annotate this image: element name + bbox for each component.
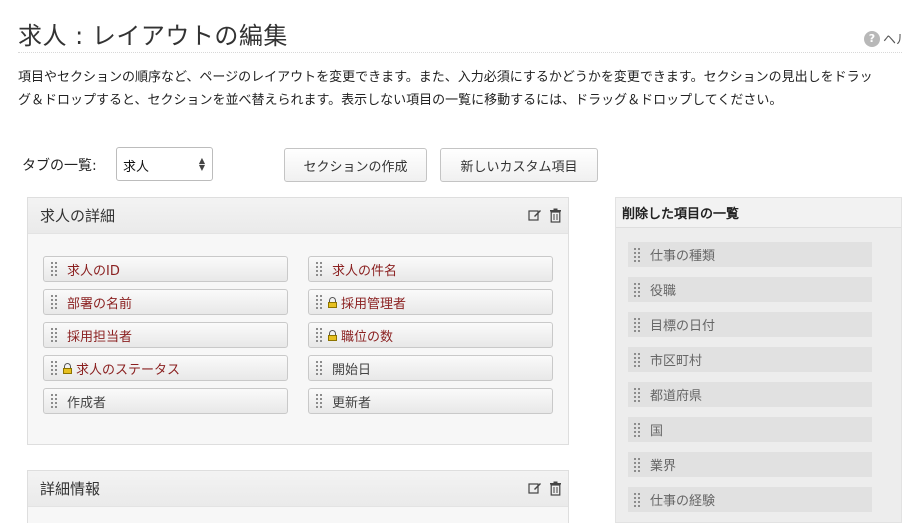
section-tools [528, 480, 562, 496]
edit-icon[interactable] [528, 480, 542, 496]
deleted-field[interactable]: 業界 [628, 452, 872, 477]
select-arrows-icon: ▲ ▼ [198, 156, 205, 172]
deleted-field-label: 仕事の種類 [650, 249, 716, 264]
deleted-field[interactable]: 目標の日付 [628, 312, 872, 337]
field-label: 部署の名前 [67, 296, 133, 312]
deleted-field[interactable]: 国 [628, 417, 872, 442]
tabs-label: タブの一覧: [22, 158, 97, 174]
section-title: 求人の詳細 [40, 207, 116, 225]
drag-handle-icon[interactable] [316, 328, 323, 342]
layout-field[interactable]: 求人のID [43, 256, 288, 282]
layout-field[interactable]: 開始日 [308, 355, 553, 381]
lock-icon [328, 296, 337, 308]
field-label: 作成者 [67, 395, 107, 411]
field-label: 開始日 [332, 362, 372, 378]
deleted-field-label: 役職 [650, 284, 677, 299]
drag-handle-icon[interactable] [634, 247, 641, 262]
deleted-field[interactable]: 都道府県 [628, 382, 872, 407]
page-description: 項目やセクションの順序など、ページのレイアウトを変更できます。また、入力必須にす… [18, 66, 902, 112]
drag-handle-icon[interactable] [51, 262, 58, 276]
section-title: 詳細情報 [40, 480, 101, 498]
tab-select-value: 求人 [123, 160, 150, 175]
layout-field[interactable]: 採用担当者 [43, 322, 288, 348]
field-label: 求人のステータス [76, 362, 181, 378]
lock-icon [63, 362, 72, 374]
field-label: 採用管理者 [341, 296, 407, 312]
edit-icon[interactable] [528, 207, 542, 223]
drag-handle-icon[interactable] [51, 295, 58, 309]
drag-handle-icon[interactable] [634, 317, 641, 332]
drag-handle-icon[interactable] [634, 352, 641, 367]
description-line: 項目やセクションの順序など、ページのレイアウトを変更できます。また、入力必須にす… [18, 70, 873, 85]
drag-handle-icon[interactable] [316, 361, 323, 375]
section-additional-info: 詳細情報 [27, 470, 569, 523]
layout-field[interactable]: 更新者 [308, 388, 553, 414]
field-label: 職位の数 [341, 329, 394, 345]
layout-field[interactable]: 部署の名前 [43, 289, 288, 315]
drag-handle-icon[interactable] [51, 328, 58, 342]
layout-field[interactable]: 職位の数 [308, 322, 553, 348]
title-divider [18, 52, 902, 53]
deleted-field[interactable]: 仕事の種類 [628, 242, 872, 267]
drag-handle-icon[interactable] [634, 492, 641, 507]
layout-field[interactable]: 採用管理者 [308, 289, 553, 315]
description-line: グ＆ドロップすると、セクションを並べ替えられます。表示しない項目の一覧に移動する… [18, 93, 783, 108]
field-label: 求人のID [67, 263, 120, 279]
drag-handle-icon[interactable] [316, 394, 323, 408]
drag-handle-icon[interactable] [316, 262, 323, 276]
drag-handle-icon[interactable] [51, 361, 58, 375]
deleted-field[interactable]: 役職 [628, 277, 872, 302]
layout-field[interactable]: 作成者 [43, 388, 288, 414]
deleted-field[interactable]: 市区町村 [628, 347, 872, 372]
field-label: 更新者 [332, 395, 372, 411]
section-header[interactable]: 求人の詳細 [28, 198, 568, 234]
deleted-field-label: 都道府県 [650, 389, 703, 404]
tab-select[interactable]: 求人 ▲ ▼ [116, 147, 213, 181]
drag-handle-icon[interactable] [634, 422, 641, 437]
trash-icon[interactable] [548, 480, 562, 496]
help-icon: ? [864, 30, 880, 47]
layout-field[interactable]: 求人のステータス [43, 355, 288, 381]
section-header[interactable]: 詳細情報 [28, 471, 568, 507]
deleted-field-label: 業界 [650, 459, 677, 474]
create-section-button[interactable]: セクションの作成 [284, 148, 427, 182]
lock-icon [328, 329, 337, 341]
new-custom-field-button[interactable]: 新しいカスタム項目 [440, 148, 598, 182]
drag-handle-icon[interactable] [51, 394, 58, 408]
deleted-field[interactable]: 仕事の経験 [628, 487, 872, 512]
drag-handle-icon[interactable] [634, 457, 641, 472]
section-tools [528, 207, 562, 223]
deleted-field-label: 市区町村 [650, 354, 703, 369]
field-label: 採用担当者 [67, 329, 133, 345]
deleted-field-label: 国 [650, 424, 664, 439]
deleted-fields-panel: 削除した項目の一覧 仕事の種類 役職 目標の日付 市区町村 都道府県 国 業界 … [615, 197, 902, 523]
deleted-panel-title: 削除した項目の一覧 [616, 198, 901, 228]
deleted-field-label: 仕事の経験 [650, 494, 716, 509]
drag-handle-icon[interactable] [634, 387, 641, 402]
field-label: 求人の件名 [332, 263, 398, 279]
trash-icon[interactable] [548, 207, 562, 223]
drag-handle-icon[interactable] [316, 295, 323, 309]
layout-field[interactable]: 求人の件名 [308, 256, 553, 282]
deleted-field-label: 目標の日付 [650, 319, 716, 334]
help-label: ヘルプ [883, 33, 902, 48]
page-title: 求人 : レイアウトの編集 [18, 22, 288, 50]
help-link[interactable]: ? ヘルプ [864, 29, 902, 48]
drag-handle-icon[interactable] [634, 282, 641, 297]
